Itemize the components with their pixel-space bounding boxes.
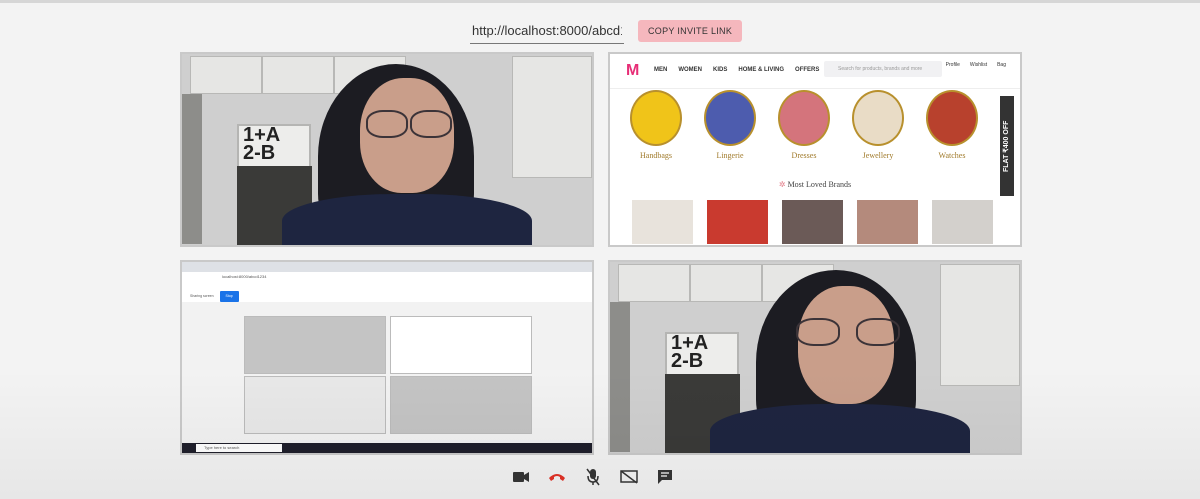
jewellery-icon [852,90,904,146]
chat-icon[interactable] [656,468,674,486]
category-label: Watches [938,151,966,160]
person-shirt [710,404,970,453]
taskbar-search-input[interactable]: Type here to search [196,444,282,452]
nav-item[interactable]: OFFERS [795,67,819,73]
video-camera-icon[interactable] [512,468,530,486]
dress-icon [778,90,830,146]
category-label: Handbags [640,151,672,160]
brand-card[interactable] [857,200,918,244]
category-item[interactable]: Dresses [778,90,830,160]
invite-url-field[interactable] [470,18,624,44]
section-title: ✲ Most Loved Brands [610,180,1020,189]
brand-card[interactable] [782,200,843,244]
cabinet [262,56,334,94]
nav-item[interactable]: WOMEN [678,67,702,73]
watch-icon [926,90,978,146]
video-tile-desktop-share[interactable]: localhost:8000/abcd1234 Sharing screen St… [180,260,594,455]
handbag-icon [630,90,682,146]
glasses-right [410,110,452,138]
flower-icon: ✲ [778,180,788,189]
brand-cards [632,200,993,244]
screen-share-off-icon[interactable] [620,468,638,486]
shop-page: M MEN WOMEN KIDS HOME & LIVING OFFERS Se… [610,54,1020,245]
cabinet [940,264,1020,386]
category-list: Handbags Lingerie Dresses Jewellery Watc… [630,90,978,160]
sharing-notice-text: Sharing screen [190,294,214,298]
category-label: Dresses [791,151,817,160]
category-item[interactable]: Watches [926,90,978,160]
stop-sharing-button[interactable]: Stop [219,291,239,302]
wishlist-icon[interactable]: Wishlist [970,62,987,68]
category-item[interactable]: Jewellery [852,90,904,160]
video-tile-screen-share[interactable]: M MEN WOMEN KIDS HOME & LIVING OFFERS Se… [608,52,1022,247]
bookmarks-bar [182,282,592,291]
glasses-right [856,318,900,346]
glasses-left [796,318,840,346]
top-bar [0,0,1200,3]
nav-item[interactable]: MEN [654,67,667,73]
end-call-icon[interactable] [548,468,566,486]
glasses-left [366,110,408,138]
profile-icon[interactable]: Profile [946,62,960,68]
person-shirt [282,194,532,245]
copy-invite-link-button[interactable]: COPY INVITE LINK [638,20,743,42]
video-tile-self[interactable]: 1+A 2-B [180,52,594,247]
doorway [610,302,630,452]
shop-nav-icons: Profile Wishlist Bag [946,62,1006,68]
browser-tabs [182,262,592,272]
category-item[interactable]: Handbags [630,90,682,160]
nav-item[interactable]: KIDS [713,67,727,73]
camera-feed: 1+A 2-B [182,54,592,245]
brand-card[interactable] [632,200,693,244]
wall-sign: 1+A 2-B [665,332,739,376]
taskbar: Type here to search [182,443,592,453]
mini-video-tile [390,316,532,374]
invite-row: COPY INVITE LINK [470,18,743,44]
cabinet [512,56,592,178]
cabinet [618,264,690,302]
video-tile-remote[interactable]: 1+A 2-B [608,260,1022,455]
mini-meeting-grid [244,316,532,434]
category-label: Jewellery [862,151,894,160]
bag-icon[interactable]: Bag [997,62,1006,68]
cabinet [690,264,762,302]
category-item[interactable]: Lingerie [704,90,756,160]
wall-sign: 1+A 2-B [237,124,311,168]
nav-item[interactable]: HOME & LIVING [738,67,784,73]
lingerie-icon [704,90,756,146]
section-title-text: Most Loved Brands [787,180,852,189]
mini-video-tile [390,376,532,434]
camera-feed: 1+A 2-B [610,262,1020,453]
shop-nav: M MEN WOMEN KIDS HOME & LIVING OFFERS Se… [610,54,1020,89]
shop-logo-icon: M [626,62,640,79]
category-label: Lingerie [716,151,744,160]
brand-card[interactable] [707,200,768,244]
mini-video-tile [244,316,386,374]
shared-desktop: localhost:8000/abcd1234 Sharing screen St… [182,262,592,453]
mini-video-tile [244,376,386,434]
shop-search-input[interactable]: Search for products, brands and more [824,61,942,77]
shop-nav-items: MEN WOMEN KIDS HOME & LIVING OFFERS [654,67,819,73]
doorway [182,94,202,244]
sharing-notice: Sharing screen Stop [182,291,592,302]
call-controls [512,468,674,486]
cabinet [190,56,262,94]
brand-card[interactable] [932,200,993,244]
mic-off-icon[interactable] [584,468,602,486]
